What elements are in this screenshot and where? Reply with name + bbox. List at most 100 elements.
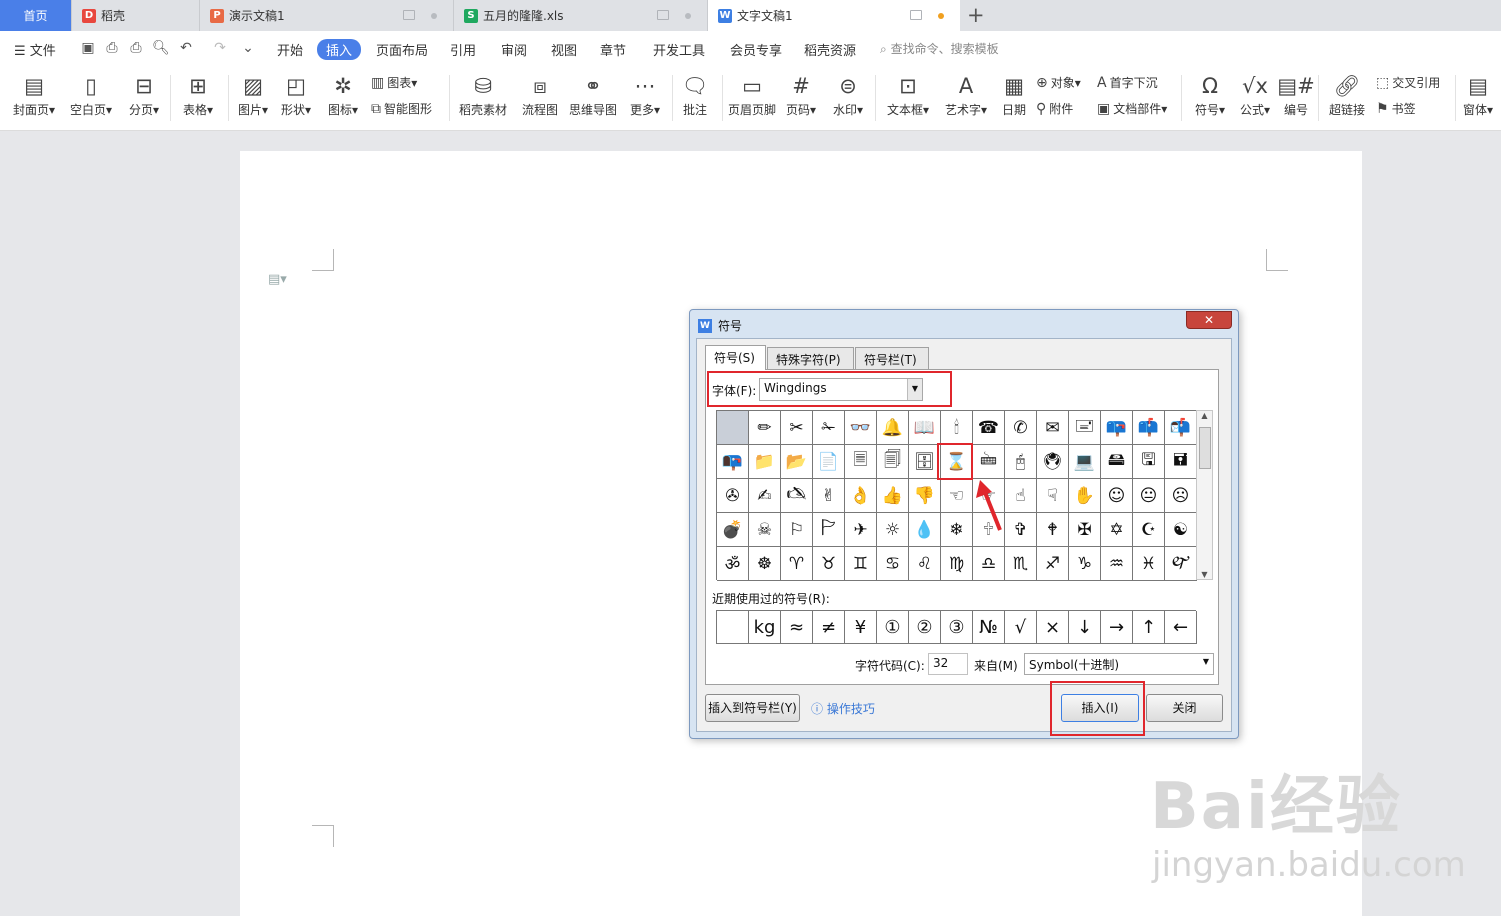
symbol-cell[interactable]: 👎 [909,479,941,513]
menu-docer-resources[interactable]: 稻壳资源 [804,40,856,59]
tab-home[interactable]: 首页 [0,0,72,31]
recent-symbol-cell[interactable]: ↓ [1069,611,1101,644]
hyperlink-button[interactable]: 🔗︎ 超链接 [1319,71,1375,118]
recent-symbol-cell[interactable]: ≠ [813,611,845,644]
recent-symbol-cell[interactable]: ③ [941,611,973,644]
tab-special-characters[interactable]: 特殊字符(P) [767,347,854,369]
symbol-cell[interactable]: 💧 [909,513,941,547]
watermark-button[interactable]: ⊜ 水印▾ [820,71,876,118]
symbol-cell[interactable]: ✞ [1005,513,1037,547]
symbol-cell[interactable]: ☼ [877,513,909,547]
tab-unsaved-dot[interactable] [938,13,944,19]
symbol-cell[interactable]: ॐ [717,547,749,581]
numbering-button[interactable]: ▤# 编号 [1268,71,1324,118]
drop-cap-button[interactable]: A 首字下沉 [1097,74,1158,91]
symbol-cell[interactable]: ♌ [909,547,941,581]
close-button[interactable]: 关闭 [1146,694,1223,722]
menu-developer[interactable]: 开发工具 [653,40,705,59]
symbol-cell[interactable]: ✌ [813,479,845,513]
object-button[interactable]: ⊕ 对象▾ [1036,74,1081,91]
tab-docer[interactable]: D 稻壳 [72,0,200,31]
char-code-input[interactable]: 32 [928,653,968,675]
undo-icon[interactable]: ↶ [178,40,194,56]
recent-symbol-cell[interactable]: ① [877,611,909,644]
menu-insert[interactable]: 插入 [317,39,362,60]
tab-spreadsheet[interactable]: S 五月的隆隆.xls [454,0,708,31]
icon-library-button[interactable]: ✲ 图标▾ [315,71,371,118]
more-button[interactable]: ⋯ 更多▾ [617,71,673,118]
print-icon[interactable]: ⎙ [128,40,144,56]
symbol-cell[interactable]: 📄 [813,445,845,479]
bookmark-button[interactable]: ⚑ 书签 [1376,100,1416,117]
recent-symbol-cell[interactable]: → [1101,611,1133,644]
symbol-cell[interactable]: 💣 [717,513,749,547]
symbol-cell[interactable]: ✉ [1037,411,1069,445]
menu-view[interactable]: 视图 [551,40,577,59]
symbol-cell[interactable]: ♎ [973,547,1005,581]
symbol-cell[interactable]: 🖮 [973,445,1005,479]
symbol-cell[interactable]: 💻 [1069,445,1101,479]
smart-graphic-button[interactable]: ⧉ 智能图形 [371,100,432,117]
chart-button[interactable]: ▥ 图表▾ [371,74,417,91]
symbol-cell[interactable]: ♒ [1101,547,1133,581]
symbol-cell[interactable] [717,411,749,445]
recent-symbol-cell[interactable]: ≈ [781,611,813,644]
tab-symbols[interactable]: 符号(S) [705,345,766,370]
page-break-button[interactable]: ⊟ 分页▾ [116,71,172,118]
tab-writer[interactable]: W 文字文稿1 [708,0,960,31]
window-icon[interactable] [657,10,669,20]
symbol-cell[interactable]: 🖲 [1037,445,1069,479]
recent-symbol-cell[interactable]: ↑ [1133,611,1165,644]
recent-symbol-cell[interactable]: ② [909,611,941,644]
menu-section[interactable]: 章节 [600,40,626,59]
symbol-cell[interactable]: ❄ [941,513,973,547]
symbol-cell[interactable]: ♊ [845,547,877,581]
tab-close-dot[interactable] [431,13,437,19]
cover-page-button[interactable]: ▤ 封面页▾ [6,71,62,118]
tab-close-dot[interactable] [685,13,691,19]
symbol-cell[interactable]: 🗏 [845,445,877,479]
flowchart-button[interactable]: ⧈ 流程图 [512,71,568,118]
menu-member[interactable]: 会员专享 [730,40,782,59]
symbol-cell[interactable]: ✈ [845,513,877,547]
menu-start[interactable]: 开始 [277,40,303,59]
blank-page-button[interactable]: ▯ 空白页▾ [63,71,119,118]
symbol-cell[interactable]: ✁ [813,411,845,445]
symbol-cell[interactable]: ☯ [1165,513,1197,547]
symbol-cell[interactable]: 🕈 [1037,513,1069,547]
symbol-cell[interactable]: ☸ [749,547,781,581]
symbol-cell[interactable]: ♋ [877,547,909,581]
table-button[interactable]: ⊞ 表格▾ [170,71,226,118]
recent-symbol-cell[interactable]: ← [1165,611,1197,644]
symbol-cell[interactable]: ☠ [749,513,781,547]
symbol-cell[interactable]: 📂 [781,445,813,479]
command-search[interactable]: ⌕ 查找命令、搜索模板 [880,40,999,57]
symbol-cell[interactable]: 📁 [749,445,781,479]
symbol-cell[interactable]: ♍ [941,547,973,581]
insert-to-symbol-bar-button[interactable]: 插入到符号栏(Y) [705,694,800,722]
symbol-cell[interactable]: ☹ [1165,479,1197,513]
new-tab-plus-icon[interactable]: + [967,3,985,27]
save-icon[interactable]: ▣ [80,40,96,56]
symbol-cell[interactable]: ✋ [1069,479,1101,513]
form-window-button[interactable]: ▤ 窗体▾ [1450,71,1501,118]
symbol-cell[interactable]: ☪ [1133,513,1165,547]
symbol-cell[interactable]: ♏ [1005,547,1037,581]
dropdown-arrow-icon[interactable]: ▼ [1203,657,1209,666]
redo-icon[interactable]: ↷ [212,40,228,56]
cross-reference-button[interactable]: ⬚ 交叉引用 [1376,74,1440,91]
tips-link[interactable]: ⓘ 操作技巧 [811,700,875,717]
symbol-cell[interactable]: 🖰 [1005,445,1037,479]
symbol-cell[interactable]: 🖃 [1069,411,1101,445]
recent-symbol-cell[interactable] [717,611,749,644]
window-icon[interactable] [403,10,415,20]
paragraph-handle-icon[interactable]: ▤▾ [268,272,287,287]
symbol-cell[interactable]: ✆ [1005,411,1037,445]
recent-symbol-cell[interactable]: √ [1005,611,1037,644]
menu-page-layout[interactable]: 页面布局 [376,40,428,59]
symbol-cell[interactable]: 👌 [845,479,877,513]
dialog-close-x-button[interactable]: ✕ [1186,311,1232,329]
symbol-cell[interactable]: ♓ [1133,547,1165,581]
symbol-cell[interactable]: ☟ [1037,479,1069,513]
from-select[interactable]: Symbol(十进制) ▼ [1024,653,1214,675]
